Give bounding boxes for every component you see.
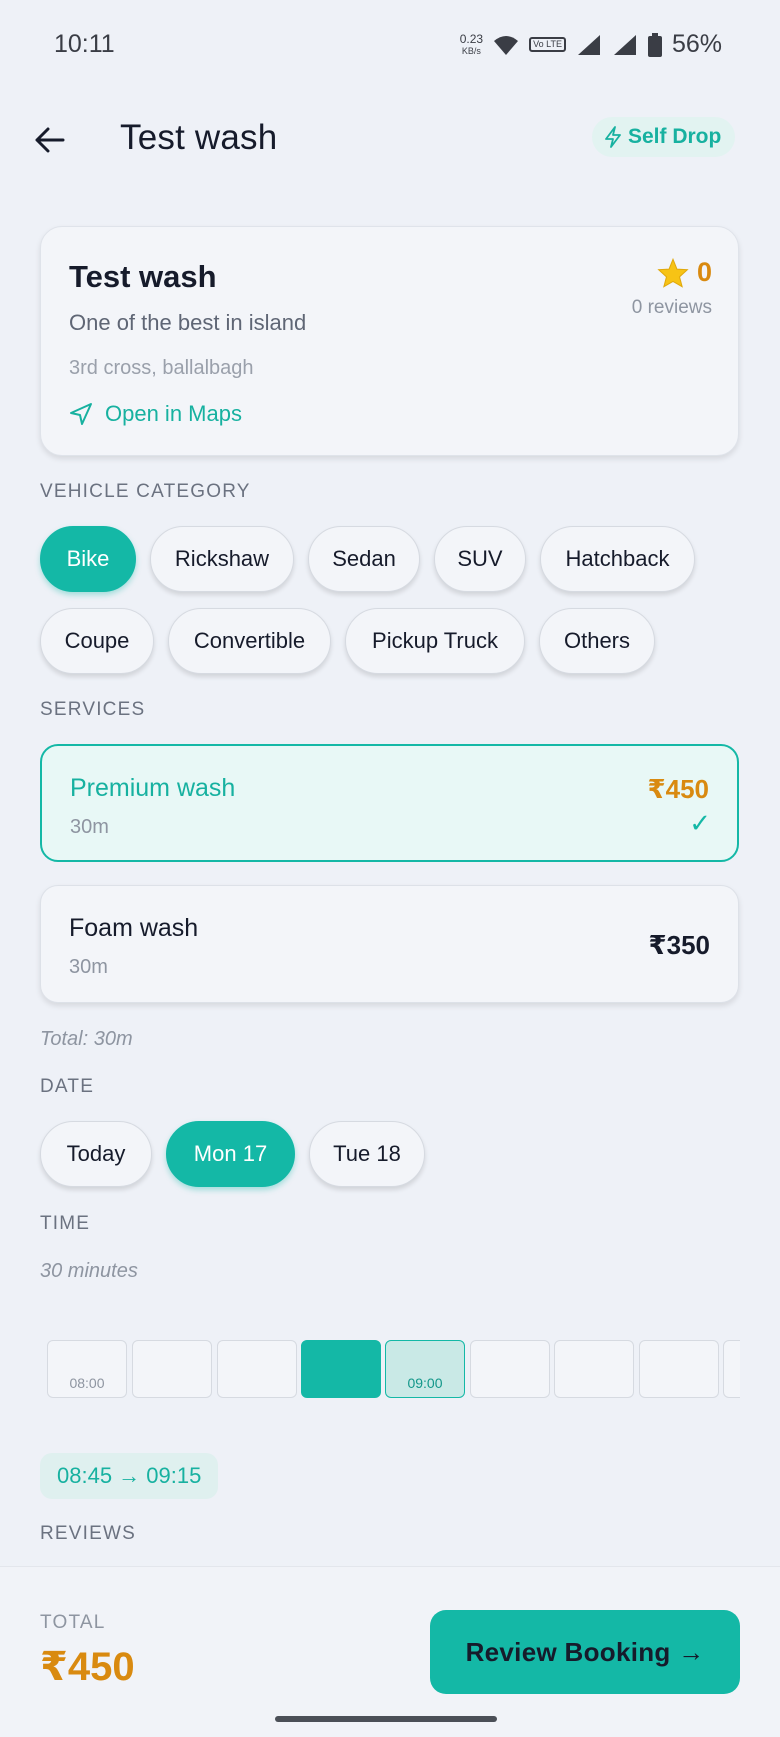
time-label: TIME — [40, 1213, 91, 1234]
total-value: ₹450 — [40, 1645, 135, 1689]
service-price: ₹450 — [647, 774, 709, 804]
services-label: SERVICES — [40, 699, 146, 720]
back-button[interactable] — [30, 120, 70, 160]
star-icon — [657, 257, 689, 288]
wifi-icon — [494, 35, 519, 55]
shop-name: Test wash — [69, 259, 217, 294]
time-slot[interactable] — [217, 1340, 297, 1398]
time-range-badge: 08:45 → 09:15 — [40, 1453, 219, 1499]
service-card-premium-wash[interactable]: Premium wash 30m ₹450 ✓ — [40, 744, 739, 862]
status-time: 10:11 — [54, 30, 115, 58]
time-slot[interactable]: 08:00 — [47, 1340, 127, 1398]
vehicle-chip-rickshaw[interactable]: Rickshaw — [150, 526, 294, 592]
services-total-duration: Total: 30m — [40, 1028, 133, 1050]
vehicle-category-label: VEHICLE CATEGORY — [40, 481, 251, 502]
battery-icon — [647, 32, 662, 57]
check-icon: ✓ — [689, 808, 711, 838]
service-duration: 30m — [70, 816, 109, 838]
reviews-count: 0 reviews — [631, 297, 712, 318]
open-in-maps-label: Open in Maps — [105, 401, 242, 426]
home-indicator[interactable] — [275, 1716, 497, 1722]
battery-percent: 56% — [671, 30, 722, 58]
vehicle-chip-others[interactable]: Others — [539, 608, 655, 674]
date-chip-today[interactable]: Today — [40, 1121, 152, 1187]
time-slot[interactable] — [470, 1340, 550, 1398]
page-title: Test wash — [120, 118, 278, 157]
service-card-foam-wash[interactable]: Foam wash 30m ₹350 — [40, 885, 739, 1003]
self-drop-badge: Self Drop — [592, 117, 736, 157]
time-slot[interactable] — [723, 1340, 740, 1398]
service-name: Foam wash — [69, 914, 199, 942]
signal-icon — [577, 34, 600, 55]
status-icons: 0.23 KB/s Vo LTE 56% — [460, 30, 722, 59]
shop-description: One of the best in island — [69, 310, 307, 335]
self-drop-label: Self Drop — [628, 125, 722, 148]
vehicle-chip-sedan[interactable]: Sedan — [308, 526, 420, 592]
shop-address: 3rd cross, ballalbagh — [69, 357, 254, 379]
volte-icon: Vo LTE — [529, 37, 566, 52]
reviews-label: REVIEWS — [40, 1523, 137, 1544]
date-label: DATE — [40, 1076, 95, 1097]
rating-value: 0 — [696, 257, 712, 287]
net-speed-value: 0.23 — [459, 31, 484, 46]
time-slot-selected-end[interactable]: 09:00 — [385, 1340, 465, 1398]
time-slot[interactable] — [639, 1340, 719, 1398]
open-in-maps-link[interactable]: Open in Maps — [69, 401, 242, 427]
time-duration-note: 30 minutes — [40, 1260, 138, 1282]
total-label: TOTAL — [40, 1612, 106, 1633]
review-booking-button[interactable]: Review Booking → — [430, 1610, 740, 1694]
service-name: Premium wash — [70, 774, 236, 802]
time-slot[interactable] — [554, 1340, 634, 1398]
rating: 0 — [657, 257, 712, 288]
service-price: ₹350 — [648, 930, 710, 960]
navigation-icon — [70, 403, 92, 425]
net-speed-unit: KB/s — [461, 45, 481, 56]
vehicle-chip-bike[interactable]: Bike — [40, 526, 136, 592]
service-duration: 30m — [69, 956, 108, 978]
date-chip-tue-18[interactable]: Tue 18 — [309, 1121, 425, 1187]
back-arrow-icon — [35, 127, 65, 153]
bolt-icon — [605, 126, 621, 148]
vehicle-chip-suv[interactable]: SUV — [434, 526, 526, 592]
date-chip-mon-17[interactable]: Mon 17 — [166, 1121, 295, 1187]
vehicle-chip-convertible[interactable]: Convertible — [168, 608, 331, 674]
shop-card: Test wash One of the best in island 3rd … — [40, 226, 739, 456]
time-slot[interactable] — [132, 1340, 212, 1398]
signal-icon-2 — [613, 34, 636, 55]
time-slot-selected[interactable] — [301, 1340, 381, 1398]
net-speed: 0.23 KB/s — [460, 33, 483, 57]
vehicle-chip-coupe[interactable]: Coupe — [40, 608, 154, 674]
time-slot-strip[interactable]: 08:00 09:00 — [40, 1336, 740, 1402]
vehicle-chip-hatchback[interactable]: Hatchback — [540, 526, 695, 592]
vehicle-chip-pickup-truck[interactable]: Pickup Truck — [345, 608, 525, 674]
